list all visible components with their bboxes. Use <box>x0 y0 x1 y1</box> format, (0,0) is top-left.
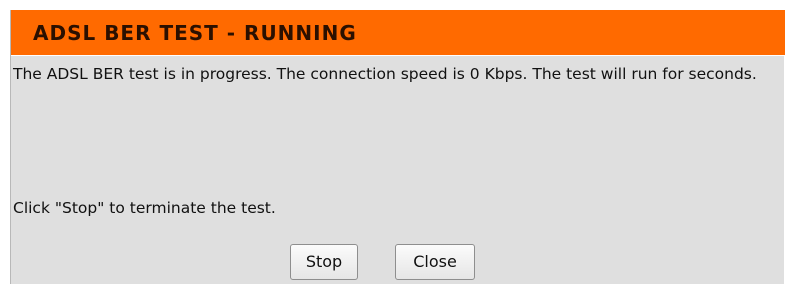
stop-instruction: Click "Stop" to terminate the test. <box>13 199 276 217</box>
panel-title: ADSL BER TEST - RUNNING <box>33 21 357 45</box>
status-message: The ADSL BER test is in progress. The co… <box>13 65 757 83</box>
close-button[interactable]: Close <box>395 244 475 280</box>
panel-header: ADSL BER TEST - RUNNING <box>11 10 785 56</box>
stop-button[interactable]: Stop <box>290 244 358 280</box>
ber-test-panel: ADSL BER TEST - RUNNING The ADSL BER tes… <box>10 10 785 284</box>
